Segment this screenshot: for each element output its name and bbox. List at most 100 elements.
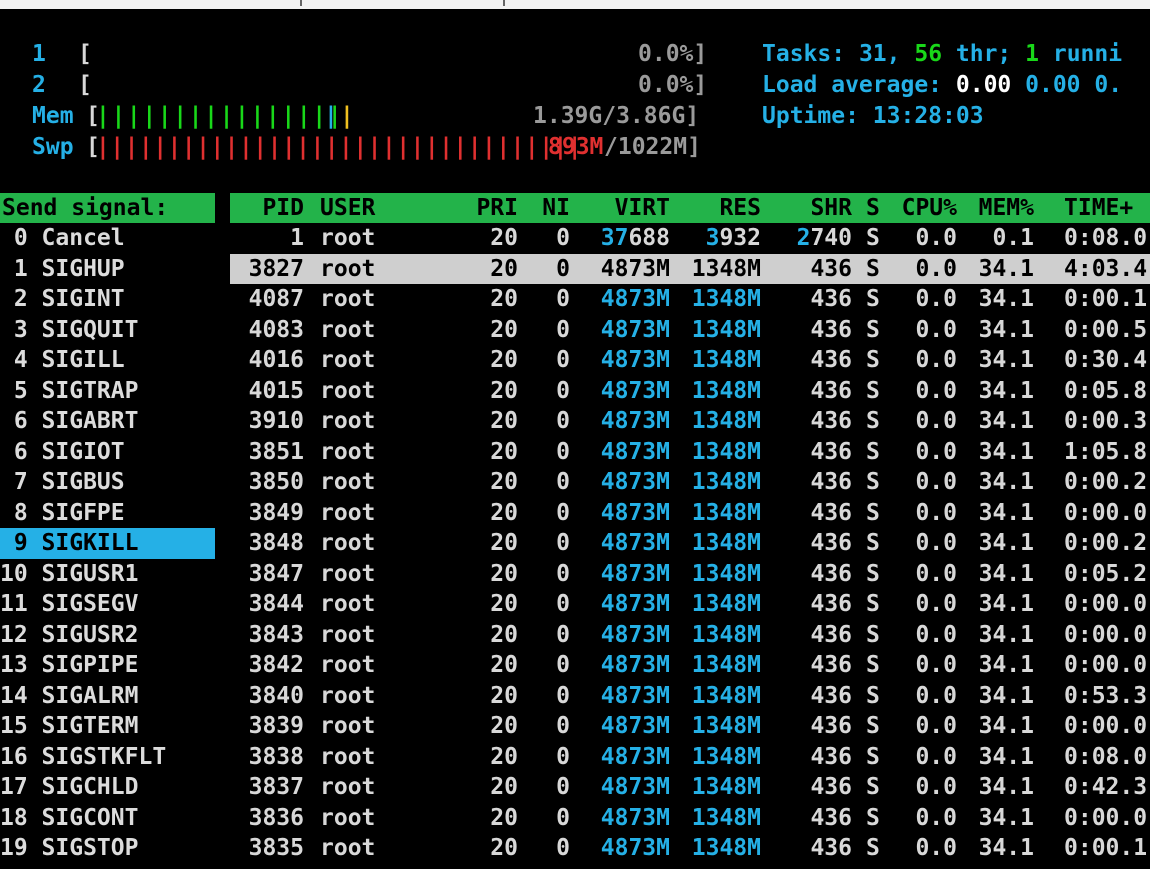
user-cell: root bbox=[320, 347, 376, 373]
column-header-pri[interactable]: PRI bbox=[476, 193, 518, 223]
time-cell: 0:08.0 bbox=[1064, 225, 1148, 251]
mem-cell: 34.1 bbox=[978, 408, 1034, 434]
shr-cell: 436 bbox=[810, 376, 852, 407]
virt-cell-high: 4873M bbox=[600, 347, 670, 373]
signal-item[interactable]: 0 Cancel bbox=[0, 223, 215, 254]
column-header-ni[interactable]: NI bbox=[542, 193, 570, 223]
virt-cell: 4873M bbox=[601, 803, 670, 834]
process-row[interactable]: 3844 root 20 0 4873M 1348M 436 S 0.0 34.1 0:00.0 bbox=[230, 589, 1150, 620]
process-row[interactable]: 3836 root 20 0 4873M 1348M 436 S 0.0 34.1 0:00.0 bbox=[230, 803, 1150, 834]
mem-cell: 34.1 bbox=[978, 774, 1034, 800]
signal-item[interactable]: 9 SIGKILL bbox=[0, 528, 215, 559]
process-row[interactable]: 4015 root 20 0 4873M 1348M 436 S 0.0 34.1 0:05.8 bbox=[230, 376, 1150, 407]
process-row[interactable]: 3840 root 20 0 4873M 1348M 436 S 0.0 34.1 0:53.3 bbox=[230, 681, 1150, 712]
signal-item[interactable]: 6 SIGIOT bbox=[0, 437, 215, 468]
signal-item[interactable]: 14 SIGALRM bbox=[0, 681, 215, 712]
signal-item[interactable]: 4 SIGILL bbox=[0, 345, 215, 376]
column-header-virt[interactable]: VIRT bbox=[615, 193, 670, 223]
signal-item[interactable]: 11 SIGSEGV bbox=[0, 589, 215, 620]
signal-item[interactable]: 15 SIGTERM bbox=[0, 711, 215, 742]
virt-cell: 4873M bbox=[601, 406, 670, 437]
load-average: Load average: 0.00 0.00 0. bbox=[762, 70, 1122, 101]
process-row[interactable]: 3838 root 20 0 4873M 1348M 436 S 0.0 34.1 0:08.0 bbox=[230, 742, 1150, 773]
res-cell: 1348M bbox=[692, 376, 761, 407]
signal-item[interactable]: 6 SIGABRT bbox=[0, 406, 215, 437]
shr-cell-low: 436 bbox=[810, 377, 852, 404]
process-row[interactable]: 3910 root 20 0 4873M 1348M 436 S 0.0 34.1 0:00.3 bbox=[230, 406, 1150, 437]
column-header-shr[interactable]: SHR bbox=[810, 193, 852, 223]
signal-item[interactable]: 8 SIGFPE bbox=[0, 498, 215, 529]
virt-cell-high: 4873M bbox=[600, 469, 670, 495]
virt-cell-high: 4873M bbox=[600, 591, 670, 617]
process-row[interactable]: 3849 root 20 0 4873M 1348M 436 S 0.0 34.1 0:00.0 bbox=[230, 498, 1150, 529]
process-row[interactable]: 3851 root 20 0 4873M 1348M 436 S 0.0 34.1 1:05.8 bbox=[230, 437, 1150, 468]
shr-cell-low: 436 bbox=[810, 286, 852, 312]
virt-cell-high: 4873M bbox=[600, 438, 670, 465]
column-header-time[interactable]: TIME+ bbox=[1064, 193, 1133, 223]
res-cell-high: 1348M bbox=[691, 804, 761, 831]
signal-item[interactable]: 2 SIGINT bbox=[0, 284, 215, 315]
signal-item[interactable]: 16 SIGSTKFLT bbox=[0, 742, 215, 773]
process-row[interactable]: 4016 root 20 0 4873M 1348M 436 S 0.0 34.1 0:30.4 bbox=[230, 345, 1150, 376]
time-cell: 0:05.8 bbox=[1064, 377, 1148, 404]
window-top-strip bbox=[0, 0, 1150, 9]
time-cell: 0:00.0 bbox=[1064, 621, 1148, 648]
process-row[interactable]: 3843 root 20 0 4873M 1348M 436 S 0.0 34.1 0:00.0 bbox=[230, 620, 1150, 651]
column-header-mem[interactable]: MEM% bbox=[979, 193, 1034, 223]
process-row[interactable]: 3837 root 20 0 4873M 1348M 436 S 0.0 34.1 0:42.3 bbox=[230, 772, 1150, 803]
process-row[interactable]: 4087 root 20 0 4873M 1348M 436 S 0.0 34.1 0:00.1 bbox=[230, 284, 1150, 315]
mem-cell: 34.1 bbox=[978, 377, 1034, 404]
process-table-header[interactable]: PID USER PRI NI VIRT RES SHR S CPU% MEM% TIME+ bbox=[230, 193, 1150, 223]
process-row[interactable]: 1 root 20 0 37688 3932 2740 S 0.0 0.1 0:08.0 bbox=[230, 223, 1150, 254]
signal-item[interactable]: 12 SIGUSR2 bbox=[0, 620, 215, 651]
signal-item[interactable]: 3 SIGQUIT bbox=[0, 315, 215, 346]
cpu-cell: 0.0 bbox=[915, 621, 957, 648]
process-row[interactable]: 4083 root 20 0 4873M 1348M 436 S 0.0 34.1 0:00.5 bbox=[230, 315, 1150, 346]
res-cell: 1348M bbox=[692, 437, 761, 468]
signal-item[interactable]: 19 SIGSTOP bbox=[0, 833, 215, 864]
mem-bar-buffers: | bbox=[324, 103, 338, 129]
time-cell: 0:53.3 bbox=[1064, 682, 1148, 709]
signal-item[interactable]: 7 SIGBUS bbox=[0, 467, 215, 498]
pid-cell: 3910 bbox=[248, 408, 304, 434]
column-header-cpu[interactable]: CPU% bbox=[902, 193, 957, 223]
shr-cell: 436 bbox=[810, 589, 852, 620]
process-row[interactable]: 3842 root 20 0 4873M 1348M 436 S 0.0 34.1 0:00.0 bbox=[230, 650, 1150, 681]
signal-item[interactable]: 5 SIGTRAP bbox=[0, 376, 215, 407]
column-header-user[interactable]: USER bbox=[320, 193, 375, 223]
pid-cell: 3839 bbox=[248, 713, 304, 739]
signal-item[interactable]: 10 SIGUSR1 bbox=[0, 559, 215, 590]
uptime: Uptime: 13:28:03 bbox=[762, 101, 984, 132]
process-row[interactable]: 3835 root 20 0 4873M 1348M 436 S 0.0 34.1 0:00.1 bbox=[230, 833, 1150, 864]
signal-item[interactable]: 13 SIGPIPE bbox=[0, 650, 215, 681]
shr-cell-high: 2 bbox=[796, 225, 811, 251]
res-cell-high: 1348M bbox=[691, 408, 761, 434]
swp-bar-used: |||||||||||||||||||||||||||||||||| bbox=[96, 134, 583, 160]
shr-cell: 436 bbox=[810, 254, 852, 285]
ni-cell: 0 bbox=[556, 438, 570, 465]
mem-cell: 34.1 bbox=[978, 347, 1034, 373]
process-row[interactable]: 3847 root 20 0 4873M 1348M 436 S 0.0 34.1 0:05.2 bbox=[230, 559, 1150, 590]
state-cell: S bbox=[866, 743, 880, 770]
shr-cell-low: 436 bbox=[810, 774, 852, 800]
user-cell: root bbox=[320, 804, 376, 831]
column-header-s[interactable]: S bbox=[866, 193, 880, 223]
res-cell-high: 1348M bbox=[691, 286, 761, 312]
signal-item[interactable]: 17 SIGCHLD bbox=[0, 772, 215, 803]
signal-item[interactable]: 1 SIGHUP bbox=[0, 254, 215, 285]
mem-cell: 34.1 bbox=[978, 286, 1034, 312]
ni-cell: 0 bbox=[556, 774, 570, 800]
time-cell: 0:00.0 bbox=[1064, 713, 1148, 739]
mem-cell: 34.1 bbox=[978, 255, 1034, 282]
state-cell: S bbox=[866, 408, 880, 434]
cpu1-value: 0.0%] bbox=[638, 41, 708, 67]
process-row[interactable]: 3848 root 20 0 4873M 1348M 436 S 0.0 34.1 0:00.2 bbox=[230, 528, 1150, 559]
user-cell: root bbox=[320, 743, 376, 770]
shr-cell-low: 436 bbox=[810, 560, 852, 587]
process-row[interactable]: 3839 root 20 0 4873M 1348M 436 S 0.0 34.1 0:00.0 bbox=[230, 711, 1150, 742]
process-row[interactable]: 3827 root 20 0 4873M 1348M 436 S 0.0 34.1 4:03.4 bbox=[230, 253, 1150, 285]
column-header-res[interactable]: RES bbox=[719, 193, 761, 223]
column-header-pid[interactable]: PID bbox=[262, 193, 304, 223]
signal-item[interactable]: 18 SIGCONT bbox=[0, 803, 215, 834]
process-row[interactable]: 3850 root 20 0 4873M 1348M 436 S 0.0 34.1 0:00.2 bbox=[230, 467, 1150, 498]
